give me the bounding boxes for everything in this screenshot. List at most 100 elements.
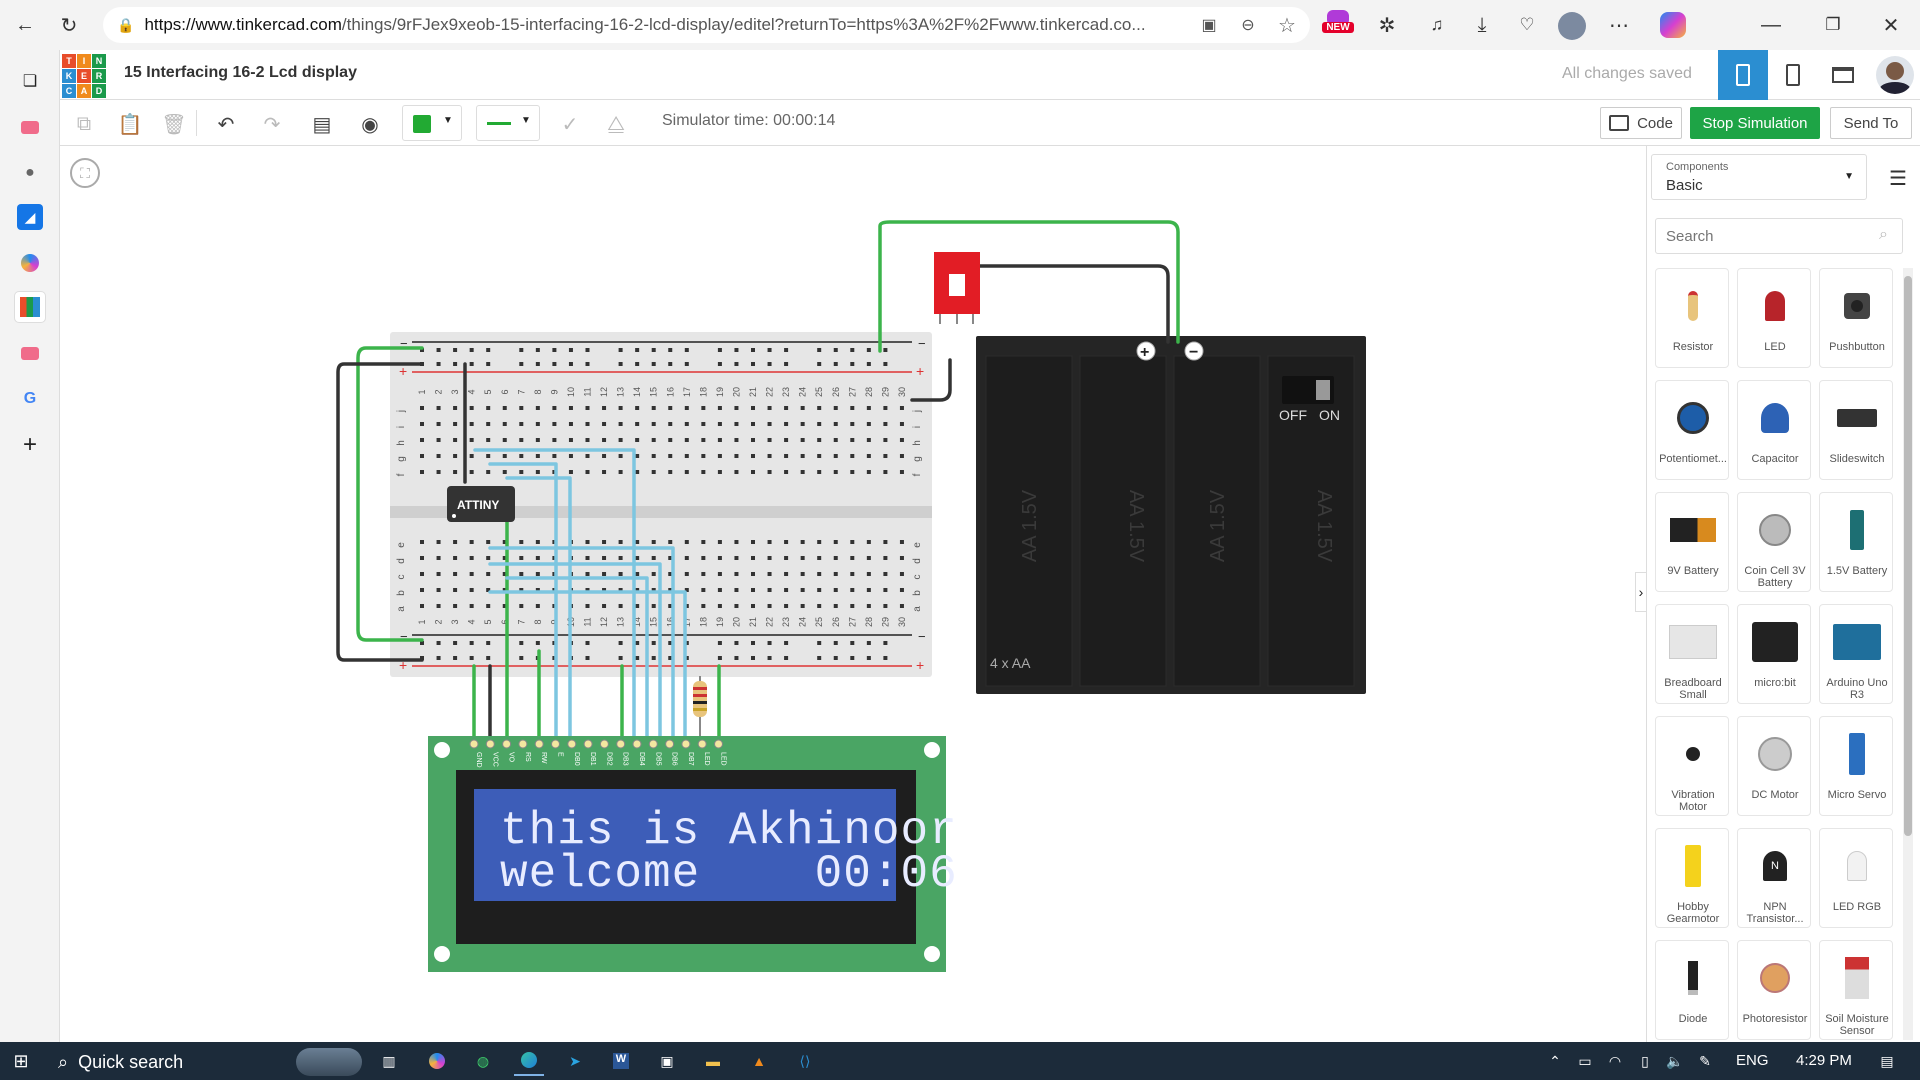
- zoom-icon[interactable]: ⊖: [1231, 8, 1265, 42]
- close-icon[interactable]: ✕: [1874, 8, 1908, 42]
- refresh-icon[interactable]: ↻: [52, 8, 86, 42]
- attiny-chip[interactable]: ATTINY: [447, 486, 515, 522]
- component-card[interactable]: Pushbutton: [1819, 268, 1893, 368]
- profile-avatar[interactable]: [1558, 12, 1586, 40]
- app-icon[interactable]: ◢: [15, 202, 45, 232]
- tray-chevron-icon[interactable]: ⌃: [1540, 1046, 1570, 1076]
- github-icon[interactable]: ●: [15, 158, 45, 188]
- component-card[interactable]: Breadboard Small: [1655, 604, 1729, 704]
- delete-icon[interactable]: 🗑: [158, 108, 190, 140]
- new-feature-icon[interactable]: NEW: [1322, 10, 1354, 42]
- component-card[interactable]: LED: [1737, 268, 1811, 368]
- address-bar[interactable]: 🔒 https://www.tinkercad.com/things/9rFJe…: [103, 7, 1310, 43]
- tinkercad-logo[interactable]: T I N K E R C A D: [62, 54, 106, 98]
- copilot-app-icon[interactable]: [422, 1046, 452, 1076]
- component-card[interactable]: Diode: [1655, 940, 1729, 1040]
- pen-icon[interactable]: ✎: [1690, 1046, 1720, 1076]
- component-card[interactable]: Micro Servo: [1819, 716, 1893, 816]
- component-card[interactable]: Hobby Gearmotor: [1655, 828, 1729, 928]
- component-card[interactable]: Capacitor: [1737, 380, 1811, 480]
- scrollbar[interactable]: [1903, 268, 1913, 1040]
- youtube-icon[interactable]: [15, 112, 45, 142]
- resistor[interactable]: [693, 676, 707, 736]
- component-card[interactable]: N NPN Transistor...: [1737, 828, 1811, 928]
- collapse-panel-icon[interactable]: ›: [1635, 572, 1647, 612]
- component-card[interactable]: Vibration Motor: [1655, 716, 1729, 816]
- youtube-2-icon[interactable]: [15, 338, 45, 368]
- back-icon[interactable]: ←: [8, 8, 42, 42]
- download-icon[interactable]: ⤓: [1465, 8, 1499, 42]
- battery-pack[interactable]: AA 1.5V AA 1.5V AA 1.5V AA 1.5V OFF ON 4 x …: [976, 336, 1366, 694]
- add-icon[interactable]: +: [15, 430, 45, 460]
- wire-color-picker[interactable]: ▼: [402, 105, 462, 141]
- send-to-button[interactable]: Send To: [1830, 107, 1912, 139]
- favorite-star-icon[interactable]: ☆: [1270, 8, 1304, 42]
- search-icon[interactable]: ⌕: [1879, 226, 1888, 244]
- notes-visibility-icon[interactable]: ◉: [354, 108, 386, 140]
- volume-icon[interactable]: 🔈: [1660, 1046, 1690, 1076]
- notes-icon[interactable]: ▤: [306, 108, 338, 140]
- tinkercad-tab-icon[interactable]: [15, 292, 45, 322]
- store-icon[interactable]: ▣: [652, 1046, 682, 1076]
- component-card[interactable]: 9V Battery: [1655, 492, 1729, 592]
- tabs-icon[interactable]: ❏: [15, 66, 45, 96]
- edge-icon[interactable]: [514, 1046, 544, 1076]
- widget-image[interactable]: [296, 1048, 362, 1076]
- google-icon[interactable]: G: [15, 384, 45, 414]
- wifi-icon[interactable]: ◠: [1600, 1046, 1630, 1076]
- rotate-icon[interactable]: ✓: [554, 108, 586, 140]
- whatsapp-icon[interactable]: ◍: [468, 1046, 498, 1076]
- components-dropdown[interactable]: Components Basic ▼: [1651, 154, 1867, 200]
- component-card[interactable]: LED RGB: [1819, 828, 1893, 928]
- maximize-icon[interactable]: ❐: [1816, 8, 1850, 42]
- minimize-icon[interactable]: —: [1754, 8, 1788, 42]
- component-card[interactable]: Soil Moisture Sensor: [1819, 940, 1893, 1040]
- battery-icon[interactable]: ▭: [1570, 1046, 1600, 1076]
- component-card[interactable]: Coin Cell 3V Battery: [1737, 492, 1811, 592]
- more-icon[interactable]: ⋯: [1602, 8, 1636, 42]
- flip-icon[interactable]: ⧋: [600, 108, 632, 140]
- phone-icon[interactable]: ▯: [1630, 1046, 1660, 1076]
- extensions-icon[interactable]: ✲: [1370, 8, 1404, 42]
- windows-start-icon[interactable]: ⊞: [6, 1046, 36, 1076]
- stop-simulation-button[interactable]: Stop Simulation: [1690, 107, 1820, 139]
- schematic-view-button[interactable]: [1768, 50, 1818, 100]
- list-view-icon[interactable]: ☰: [1889, 166, 1907, 191]
- circuit-view-button[interactable]: [1718, 50, 1768, 100]
- component-card[interactable]: micro:bit: [1737, 604, 1811, 704]
- copilot-icon[interactable]: [1660, 12, 1686, 38]
- notifications-icon[interactable]: ▤: [1872, 1046, 1902, 1076]
- component-card[interactable]: Arduino Uno R3: [1819, 604, 1893, 704]
- project-title[interactable]: 15 Interfacing 16-2 Lcd display: [124, 64, 357, 82]
- health-icon[interactable]: ♡: [1510, 8, 1544, 42]
- language-indicator[interactable]: ENG: [1736, 1052, 1769, 1069]
- vscode-icon[interactable]: ⟨⟩: [790, 1046, 820, 1076]
- file-explorer-icon[interactable]: ▬: [698, 1046, 728, 1076]
- component-card[interactable]: Resistor: [1655, 268, 1729, 368]
- component-card[interactable]: 1.5V Battery: [1819, 492, 1893, 592]
- slide-switch[interactable]: [934, 252, 980, 324]
- word-icon[interactable]: W: [606, 1046, 636, 1076]
- undo-icon[interactable]: ↶: [210, 108, 242, 140]
- app-available-icon[interactable]: ▣: [1192, 8, 1226, 42]
- copilot-sidebar-icon[interactable]: [15, 248, 45, 278]
- component-card[interactable]: DC Motor: [1737, 716, 1811, 816]
- redo-icon[interactable]: ↷: [256, 108, 288, 140]
- vlc-icon[interactable]: ▲: [744, 1046, 774, 1076]
- component-card[interactable]: Potentiomet...: [1655, 380, 1729, 480]
- component-list-button[interactable]: [1818, 50, 1868, 100]
- search-input[interactable]: [1655, 218, 1903, 254]
- component-card[interactable]: Photoresistor: [1737, 940, 1811, 1040]
- paste-icon[interactable]: 📋: [114, 108, 146, 140]
- component-card[interactable]: Slideswitch: [1819, 380, 1893, 480]
- clock[interactable]: 4:29 PM: [1796, 1052, 1852, 1069]
- task-view-icon[interactable]: ▥: [374, 1046, 404, 1076]
- code-button[interactable]: Code: [1600, 107, 1682, 139]
- copy-icon[interactable]: ⧉: [68, 108, 100, 140]
- circuit-canvas[interactable]: ⛶ AA 1.5V AA 1.5V AA 1.5V AA 1.5V OFF ON 4 …: [60, 146, 1646, 1042]
- telegram-icon[interactable]: ➤: [560, 1046, 590, 1076]
- wire-type-picker[interactable]: ▼: [476, 105, 540, 141]
- lcd-16x2[interactable]: GND VCC VO RS RW E DB0 DB1 DB2 DB3 DB4 DB5 DB6 DB7 LED…: [428, 736, 958, 972]
- user-avatar[interactable]: [1876, 56, 1914, 94]
- media-icon[interactable]: ♫: [1420, 8, 1454, 42]
